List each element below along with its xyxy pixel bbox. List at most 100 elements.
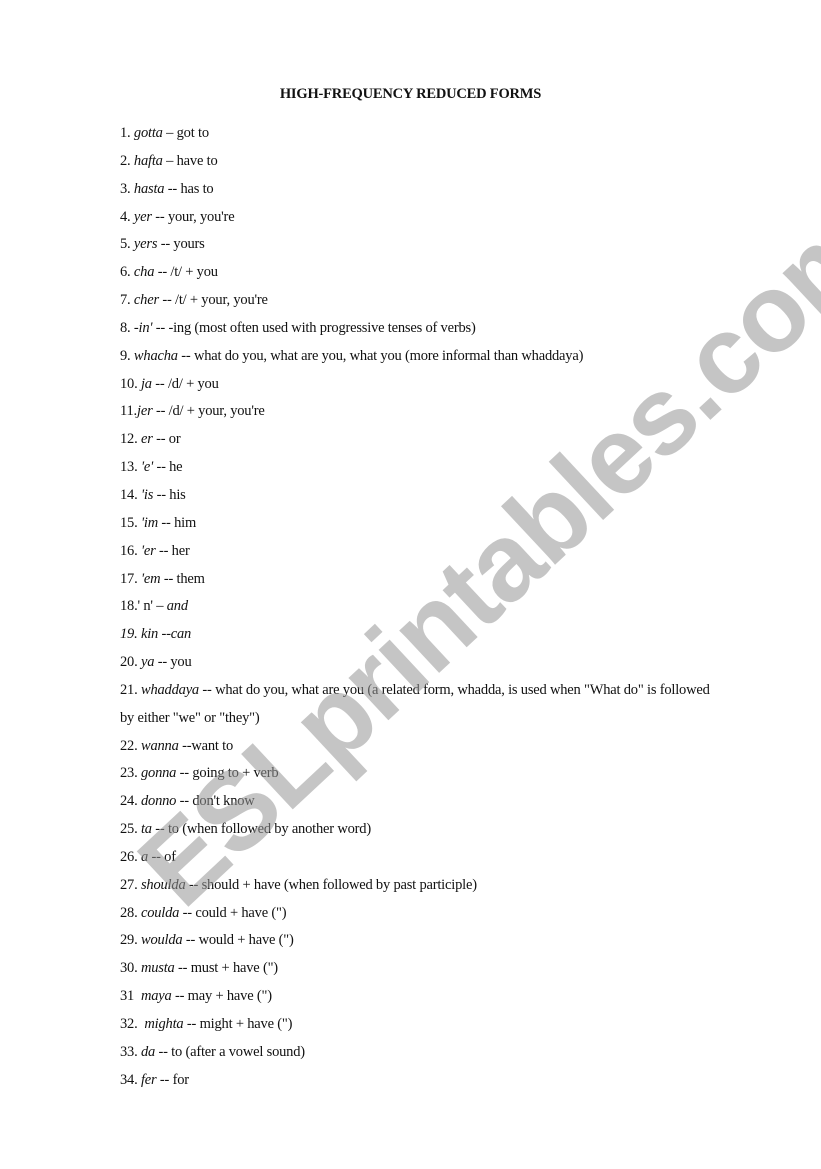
- item-meaning: -- or: [152, 431, 181, 448]
- item-meaning: -- /t/ + you: [154, 264, 218, 281]
- item-meaning: -- what do you, what are you, what you (…: [177, 347, 584, 364]
- list-item: 28. coulda -- could + have ("): [120, 900, 720, 928]
- reduced-form: woulda: [140, 932, 183, 949]
- reduced-form: whacha: [133, 347, 178, 364]
- item-meaning: -- must + have ("): [174, 960, 278, 977]
- item-number: 17.: [120, 570, 138, 587]
- reduced-form: hafta: [133, 152, 163, 169]
- item-meaning: -- to (when followed by another word): [151, 821, 371, 838]
- reduced-form: cher: [133, 292, 159, 309]
- list-item: 18.' n' – and: [120, 593, 720, 621]
- list-item: 19. kin --can: [120, 621, 720, 649]
- reduced-form: gonna: [140, 765, 177, 782]
- list-item: 8. -in' -- -ing (most often used with pr…: [120, 315, 720, 343]
- reduced-form: ja: [140, 375, 152, 392]
- list-item: 5. yers -- yours: [120, 231, 720, 259]
- item-number: 25.: [120, 821, 138, 838]
- list-item: 27. shoulda -- should + have (when follo…: [120, 872, 720, 900]
- item-meaning: -- her: [155, 542, 190, 559]
- item-number: 10.: [120, 375, 138, 392]
- item-number: 19.: [120, 626, 138, 643]
- reduced-form: er: [140, 431, 153, 448]
- reduced-form: gotta: [133, 125, 163, 141]
- item-meaning: -- /d/ + you: [151, 375, 219, 392]
- reduced-forms-list: 1. gotta – got to 2. hafta – have to 3. …: [120, 120, 720, 1095]
- item-number: 6.: [120, 264, 131, 281]
- item-number: 15.: [120, 514, 138, 531]
- reduced-form: coulda: [140, 904, 180, 921]
- item-number: 2.: [120, 152, 131, 169]
- item-number: 27.: [120, 876, 138, 893]
- reduced-form: 'em: [140, 570, 161, 587]
- item-number: 12.: [120, 431, 138, 448]
- item-meaning: -- should + have (when followed by past …: [185, 876, 477, 893]
- item-number: 9.: [120, 347, 131, 364]
- item-number: 14.: [120, 486, 138, 503]
- reduced-form: ta: [140, 821, 152, 838]
- reduced-form: hasta: [133, 180, 165, 197]
- reduced-form: ' n': [137, 598, 154, 615]
- list-item: 26. a -- of: [120, 844, 720, 872]
- item-number: 31: [120, 988, 135, 1005]
- item-meaning: --want to: [178, 737, 234, 754]
- item-number: 8.: [120, 319, 131, 336]
- item-number: 26.: [120, 848, 138, 865]
- item-meaning: --can: [158, 626, 192, 643]
- list-item: 30. musta -- must + have ("): [120, 955, 720, 983]
- item-meaning: -- what do you, what are you (a related …: [120, 681, 710, 726]
- list-item: 10. ja -- /d/ + you: [120, 371, 720, 399]
- list-item: 1. gotta – got to: [120, 120, 720, 148]
- item-number: 11.: [120, 403, 137, 420]
- list-item: 14. 'is -- his: [120, 482, 720, 510]
- item-number: 34.: [120, 1071, 138, 1088]
- reduced-form: wanna: [140, 737, 179, 754]
- list-item: 11.jer -- /d/ + your, you're: [120, 398, 720, 426]
- reduced-form: da: [140, 1043, 156, 1060]
- item-number: 5.: [120, 236, 131, 253]
- reduced-form: 'er: [140, 542, 156, 559]
- item-meaning: -- he: [153, 459, 183, 476]
- item-meaning: – got to: [162, 125, 209, 141]
- item-number: 4.: [120, 208, 131, 225]
- item-meaning: -- has to: [164, 180, 214, 197]
- item-meaning: -- his: [153, 486, 186, 503]
- list-item: 33. da -- to (after a vowel sound): [120, 1039, 720, 1067]
- item-meaning: -- /t/ + your, you're: [158, 292, 268, 309]
- reduced-form: whaddaya: [140, 681, 199, 698]
- page-title: HIGH-FREQUENCY REDUCED FORMS: [279, 86, 542, 102]
- item-number: 28.: [120, 904, 138, 921]
- list-item: 23. gonna -- going to + verb: [120, 760, 720, 788]
- item-number: 13.: [120, 459, 138, 476]
- list-item: 6. cha -- /t/ + you: [120, 259, 720, 287]
- reduced-form: jer: [137, 403, 153, 420]
- reduced-form: -in': [133, 319, 153, 336]
- list-item: 29. woulda -- would + have ("): [120, 927, 720, 955]
- reduced-form: yer: [133, 208, 152, 225]
- list-item: 17. 'em -- them: [120, 566, 720, 594]
- reduced-form: kin: [140, 626, 159, 643]
- item-number: 21.: [120, 681, 138, 698]
- item-meaning: -- for: [156, 1071, 189, 1088]
- item-meaning: -- could + have ("): [179, 904, 287, 921]
- item-meaning: -- would + have ("): [182, 932, 294, 949]
- item-number: 16.: [120, 542, 138, 559]
- item-number: 32.: [120, 1016, 138, 1032]
- item-number: 18.: [120, 598, 138, 615]
- list-item: 9. whacha -- what do you, what are you, …: [120, 343, 720, 371]
- item-meaning: – and: [152, 598, 188, 615]
- item-meaning: -- don't know: [176, 793, 255, 810]
- item-meaning: -- may + have ("): [171, 988, 272, 1005]
- reduced-form: mighta: [144, 1016, 184, 1032]
- list-item: 15. 'im -- him: [120, 510, 720, 538]
- list-item: 20. ya -- you: [120, 649, 720, 677]
- worksheet-page: HIGH-FREQUENCY REDUCED FORMS 1. gotta – …: [0, 0, 821, 1169]
- item-meaning: -- your, you're: [151, 208, 235, 225]
- list-item: 12. er -- or: [120, 426, 720, 454]
- reduced-form: 'e': [140, 459, 154, 476]
- reduced-form: ya: [140, 654, 155, 671]
- list-item: 16. 'er -- her: [120, 538, 720, 566]
- reduced-form: maya: [140, 988, 172, 1005]
- reduced-form: musta: [140, 960, 175, 977]
- list-item: 31 maya -- may + have ("): [120, 983, 720, 1011]
- item-meaning: -- yours: [157, 236, 205, 253]
